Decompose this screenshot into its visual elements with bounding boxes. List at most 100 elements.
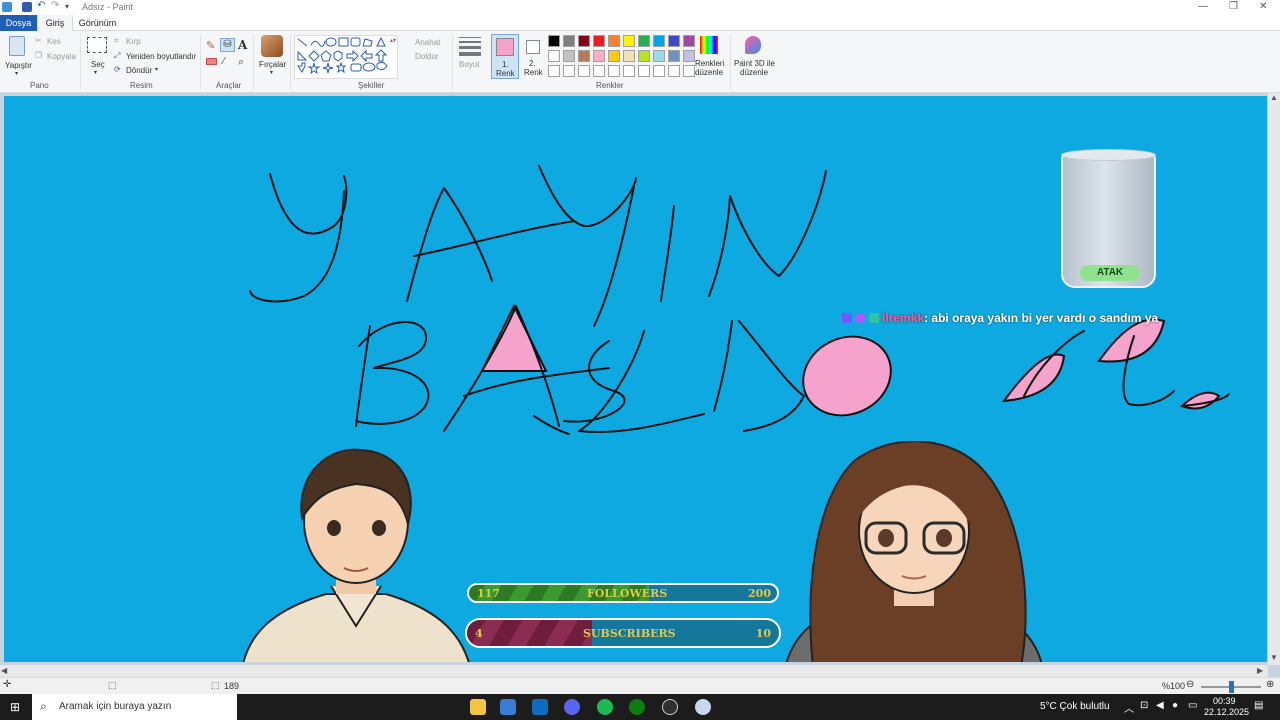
ribbon-tabs: Dosya Giriş Görünüm: [0, 15, 1280, 31]
search-placeholder: Aramak için buraya yazın: [59, 701, 172, 712]
notifications-icon[interactable]: ▤: [1254, 700, 1263, 711]
xbox-icon[interactable]: [629, 699, 645, 715]
zoom-out-icon[interactable]: ⊖: [1186, 679, 1194, 690]
palette-swatch[interactable]: [578, 35, 590, 47]
obs-icon[interactable]: [662, 699, 678, 715]
cut-button[interactable]: Kes: [47, 37, 61, 46]
shapes-gallery[interactable]: [294, 35, 398, 79]
palette-swatch[interactable]: [638, 50, 650, 62]
palette-swatch[interactable]: [623, 50, 635, 62]
clock-date[interactable]: 22.12.2025: [1204, 707, 1249, 717]
palette-swatch[interactable]: [668, 50, 680, 62]
spotify-icon[interactable]: [597, 699, 613, 715]
scroll-left-icon[interactable]: ◀: [1, 666, 7, 675]
microphone-icon[interactable]: ●: [1172, 700, 1178, 711]
palette-swatch-empty[interactable]: [668, 65, 680, 77]
palette-swatch[interactable]: [608, 50, 620, 62]
text-icon[interactable]: A: [238, 38, 247, 52]
palette-swatch[interactable]: [593, 50, 605, 62]
brushes-button[interactable]: Fırçalar ▾: [258, 35, 286, 79]
clipboard-icon: [9, 36, 25, 56]
clock-time[interactable]: 00:39: [1213, 696, 1236, 706]
canvas-size-text: 189: [224, 681, 240, 691]
palette-swatch-empty[interactable]: [578, 65, 590, 77]
tray-expand-icon[interactable]: ︿: [1124, 700, 1134, 715]
palette-swatch[interactable]: [593, 35, 605, 47]
tab-file[interactable]: Dosya: [0, 15, 37, 31]
save-icon[interactable]: [22, 2, 32, 12]
chat-badge-icon: [842, 313, 852, 323]
paste-button[interactable]: Yapıştır ▾: [3, 34, 32, 78]
edit-colors-button[interactable]: Renkleri düzenle: [694, 35, 726, 79]
vertical-scrollbar[interactable]: ▲ ▼: [1268, 93, 1280, 665]
palette-swatch-empty[interactable]: [638, 65, 650, 77]
color2-button[interactable]: 2. Renk: [522, 34, 546, 79]
store-icon[interactable]: [500, 699, 516, 715]
palette-swatch[interactable]: [653, 50, 665, 62]
color-picker-icon[interactable]: ⁄: [223, 56, 225, 67]
redo-icon[interactable]: ↷: [51, 0, 61, 11]
start-windows-icon[interactable]: ⊞: [10, 700, 20, 714]
select-button[interactable]: Seç ▾: [86, 37, 108, 77]
size-button[interactable]: Boyut: [456, 37, 484, 77]
palette-swatch[interactable]: [623, 35, 635, 47]
palette-swatch-empty[interactable]: [563, 65, 575, 77]
palette-swatch[interactable]: [638, 35, 650, 47]
magnifier-icon[interactable]: ⌕: [238, 56, 244, 69]
fill-shape-button[interactable]: Doldur: [415, 52, 439, 61]
palette-swatch[interactable]: [563, 50, 575, 62]
horizontal-scrollbar[interactable]: ◀ ▶: [0, 665, 1268, 677]
display-icon[interactable]: ▭: [1188, 700, 1197, 711]
palette-swatch[interactable]: [668, 35, 680, 47]
maximize-icon[interactable]: ❐: [1229, 1, 1238, 12]
palette-swatch-empty[interactable]: [548, 65, 560, 77]
volume-icon[interactable]: ◀: [1156, 700, 1164, 711]
scroll-up-icon[interactable]: ▲: [1270, 93, 1278, 102]
palette-swatch[interactable]: [548, 35, 560, 47]
palette-swatch-empty[interactable]: [593, 65, 605, 77]
scroll-down-icon[interactable]: ▼: [1270, 653, 1278, 662]
customize-quick-access-icon[interactable]: ▾: [65, 2, 75, 12]
paint-taskbar-icon[interactable]: [695, 699, 711, 715]
weather-text[interactable]: 5°C Çok bulutlu: [1040, 701, 1110, 712]
palette-swatch-empty[interactable]: [623, 65, 635, 77]
palette-swatch[interactable]: [563, 35, 575, 47]
palette-swatch[interactable]: [548, 50, 560, 62]
zoom-slider-thumb[interactable]: [1229, 681, 1234, 693]
copy-button[interactable]: Kopyala: [47, 52, 76, 61]
color1-button[interactable]: 1. Renk: [491, 34, 519, 79]
palette-swatch-empty[interactable]: [653, 65, 665, 77]
discord-icon[interactable]: [564, 699, 580, 715]
chat-text: : abi oraya yakın bi yer vardı o sandım …: [924, 311, 1159, 325]
palette-swatch-empty[interactable]: [608, 65, 620, 77]
minimize-icon[interactable]: —: [1198, 1, 1208, 12]
palette-swatch[interactable]: [608, 35, 620, 47]
scroll-right-icon[interactable]: ▶: [1257, 666, 1263, 675]
taskbar-search-box[interactable]: ⌕ Aramak için buraya yazın: [32, 694, 237, 720]
shapes-scroll-icon[interactable]: ▴▾: [390, 37, 396, 44]
tab-home[interactable]: Giriş: [37, 15, 73, 31]
paint3d-button[interactable]: Paint 3D ile düzenle: [733, 35, 775, 79]
zoom-slider[interactable]: [1201, 681, 1261, 693]
rotate-button[interactable]: Döndür: [126, 66, 152, 75]
pencil-icon[interactable]: ✎: [206, 39, 215, 52]
network-icon[interactable]: ⊡: [1140, 700, 1148, 711]
edit-colors-sub: düzenle: [695, 68, 724, 77]
palette-swatch[interactable]: [578, 50, 590, 62]
tab-view[interactable]: Görünüm: [75, 15, 120, 31]
subscribers-progress-fill: [467, 620, 592, 646]
file-explorer-icon[interactable]: [470, 699, 486, 715]
crop-button[interactable]: Kırp: [126, 37, 141, 46]
outlook-icon[interactable]: [532, 699, 548, 715]
zoom-in-icon[interactable]: ⊕: [1266, 679, 1274, 690]
palette-swatch[interactable]: [653, 35, 665, 47]
eraser-icon[interactable]: [206, 58, 217, 65]
color-wheel-icon: [700, 36, 718, 54]
close-icon[interactable]: ✕: [1259, 1, 1267, 12]
resize-button[interactable]: Yeniden boyutlandır: [126, 52, 196, 61]
divider: [200, 34, 201, 90]
outline-button[interactable]: Anahat: [415, 38, 440, 47]
fill-icon[interactable]: ⛁: [220, 38, 235, 52]
undo-icon[interactable]: ↶: [37, 0, 47, 11]
drawing-canvas[interactable]: ATAK Ilremkk: abi oraya yakın bi yer var…: [4, 96, 1267, 662]
